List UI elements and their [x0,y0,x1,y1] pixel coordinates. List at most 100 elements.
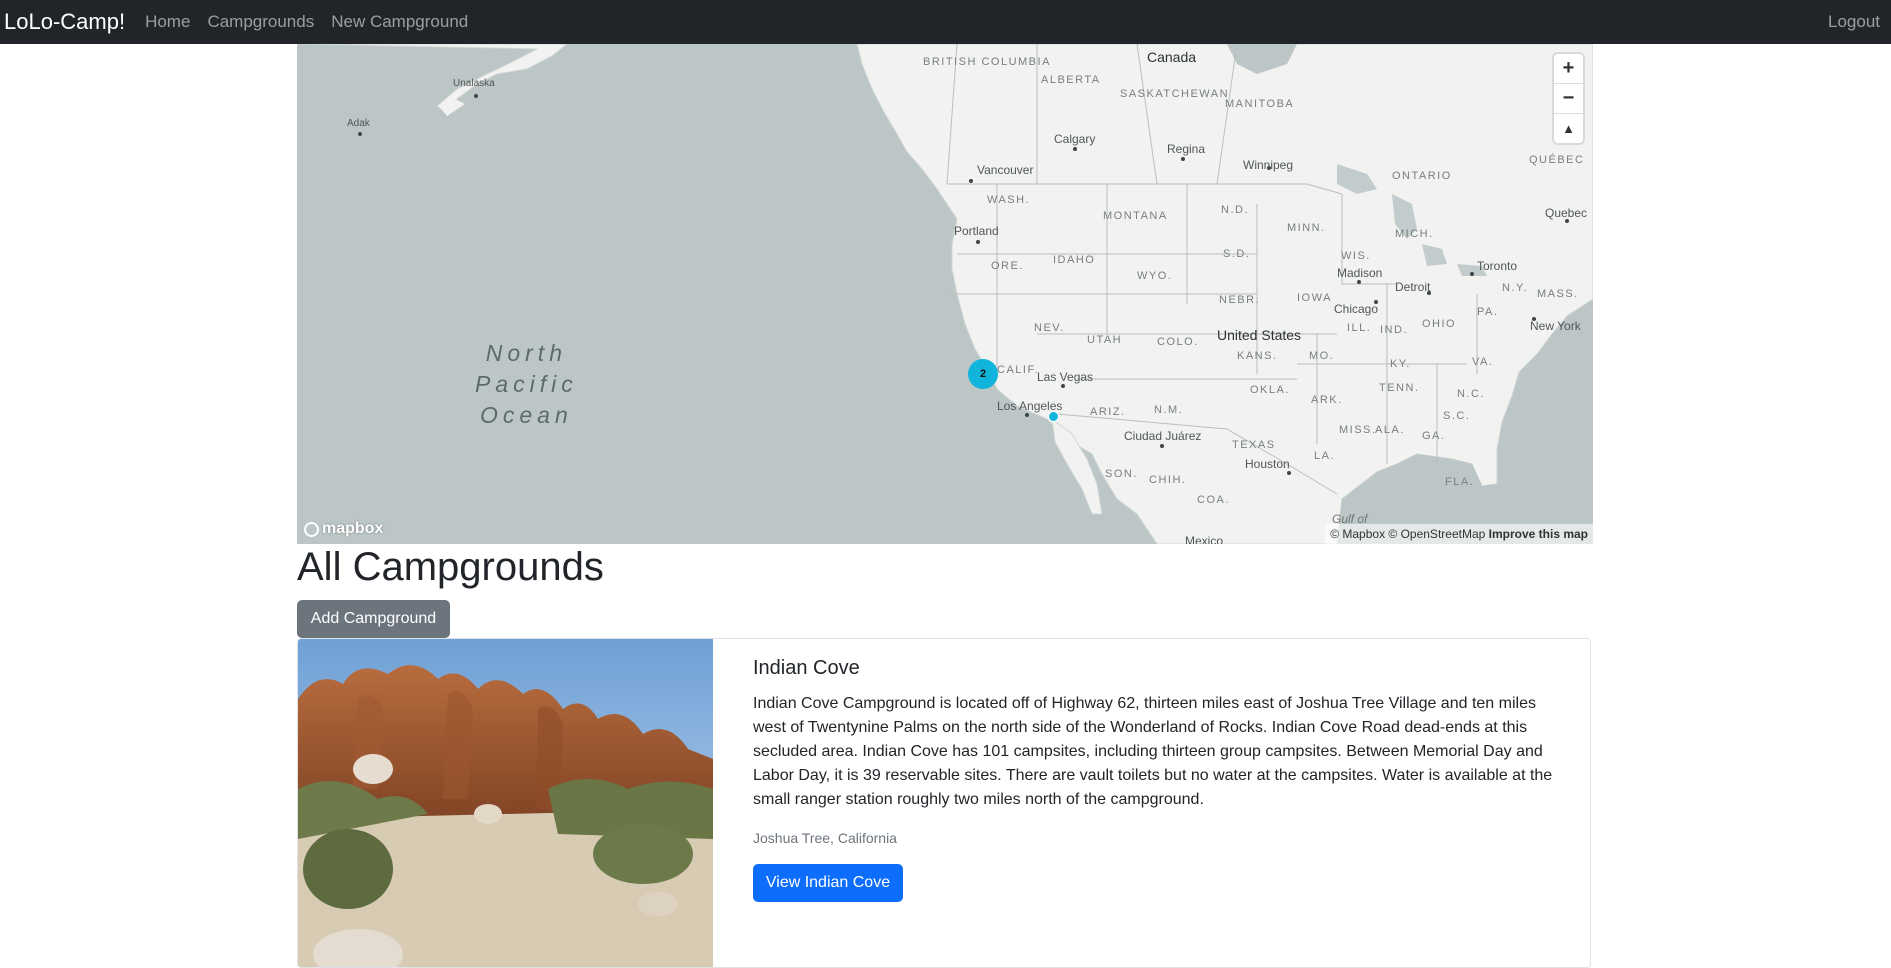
region-label: ALA. [1375,424,1405,436]
region-label: WASH. [987,194,1031,206]
ocean-label-line: Pacific [475,371,578,397]
region-label: NEV. [1034,322,1065,334]
city-label: Las Vegas [1037,370,1094,384]
region-label: UTAH [1087,334,1123,346]
region-label: ILL. [1347,322,1372,334]
city-dot [1073,147,1077,151]
zoom-in-button[interactable]: + [1554,54,1583,84]
country-label: United States [1217,327,1302,343]
city-label: Regina [1167,142,1206,156]
region-label: ALBERTA [1041,74,1101,86]
city-dot [1470,272,1474,276]
cluster-map[interactable]: North Pacific Ocean Canada United States… [297,44,1593,544]
city-label: Chicago [1334,302,1379,316]
ocean-label: North Pacific Ocean [475,338,578,431]
map-navigation-controls: + − ▲ [1554,54,1583,143]
map-base [297,44,1593,544]
page-title: All Campgrounds [297,545,604,589]
campground-image [298,639,713,967]
region-label: COLO. [1157,336,1199,348]
region-label: MO. [1309,350,1335,362]
region-label: OKLA. [1250,384,1290,396]
city-label: Portland [954,224,999,238]
campground-title: Indian Cove [753,657,860,679]
improve-map-link[interactable]: Improve this map [1489,527,1588,541]
region-label: N.M. [1154,404,1184,416]
region-label: N.C. [1457,388,1485,400]
nav-new-campground-link[interactable]: New Campground [331,12,468,32]
compass-button[interactable]: ▲ [1554,114,1583,143]
region-label: SON. [1105,468,1138,480]
brand-link[interactable]: LoLo-Camp! [4,9,125,35]
region-label: S.C. [1443,410,1471,422]
region-label: FLA. [1445,476,1475,488]
region-label: TENN. [1379,382,1420,394]
city-label: Mexico [1185,534,1224,544]
city-dot [1160,444,1164,448]
navbar: LoLo-Camp! Home Campgrounds New Campgrou… [0,0,1891,44]
campground-point-marker[interactable] [1048,411,1059,422]
mapbox-logo[interactable]: mapbox [304,520,383,538]
region-label: MISS. [1339,424,1377,436]
region-label: QUÉBEC [1529,154,1585,166]
region-label: MONTANA [1103,210,1168,222]
campground-description: Indian Cove Campground is located off of… [753,695,1553,808]
logout-link[interactable]: Logout [1828,12,1880,32]
country-label: Canada [1147,49,1197,65]
region-label: KY. [1390,358,1411,370]
attribution-text[interactable]: © Mapbox © OpenStreetMap [1330,527,1485,541]
campground-card-body: Indian Cove Indian Cove Campground is lo… [753,657,1573,902]
region-label: ORE. [991,260,1024,272]
campground-location: Joshua Tree, California [753,830,897,846]
region-label: MASS. [1537,288,1579,300]
city-label: Quebec [1545,206,1588,220]
region-label: ARK. [1311,394,1343,406]
ocean-label-line: North [485,340,567,366]
city-dot [1181,157,1185,161]
region-label: SASKATCHEWAN [1120,88,1230,100]
region-label: IND. [1380,324,1408,336]
region-label: MINN. [1287,222,1326,234]
city-label: Unalaska [453,78,495,89]
region-label: CHIH. [1149,474,1187,486]
map-attribution: © Mapbox © OpenStreetMap Improve this ma… [1325,524,1593,544]
city-label: Ciudad Juárez [1124,429,1202,443]
city-label: Toronto [1477,259,1518,273]
compass-icon: ▲ [1562,121,1575,136]
region-label: ONTARIO [1392,170,1452,182]
region-label: MICH. [1395,228,1434,240]
region-label: N.Y. [1502,282,1528,294]
view-campground-button[interactable]: View Indian Cove [753,864,903,902]
mapbox-logo-text: mapbox [322,520,384,537]
region-label: OHIO [1422,318,1457,330]
city-label: Calgary [1054,132,1096,146]
region-label: VA. [1472,356,1494,368]
region-label: PA. [1477,306,1499,318]
region-label: LA. [1314,450,1336,462]
region-label: IOWA [1297,292,1332,304]
city-label: Adak [347,118,370,129]
nav-home-link[interactable]: Home [145,12,190,32]
add-campground-button[interactable]: Add Campground [297,600,450,638]
campground-cluster-marker[interactable]: 2 [968,359,998,389]
city-dot [1061,384,1065,388]
region-label: NEBR. [1219,294,1261,306]
city-label: New York [1530,319,1581,333]
campground-card: Indian Cove Indian Cove Campground is lo… [297,638,1591,968]
region-label: GA. [1422,430,1446,442]
region-label: WYO. [1137,270,1173,282]
city-label: Winnipeg [1243,158,1294,172]
region-label: CALIF. [997,364,1040,376]
city-label: Vancouver [977,163,1034,177]
region-label: MANITOBA [1225,98,1295,110]
city-dot [976,240,980,244]
city-dot [1357,280,1361,284]
city-dot [1287,471,1291,475]
region-label: IDAHO [1053,254,1096,266]
ocean-label-line: Ocean [479,402,573,428]
city-dot [474,94,478,98]
city-label: Madison [1337,266,1383,280]
nav-campgrounds-link[interactable]: Campgrounds [207,12,314,32]
zoom-out-button[interactable]: − [1554,84,1583,114]
region-label: KANS. [1237,350,1278,362]
